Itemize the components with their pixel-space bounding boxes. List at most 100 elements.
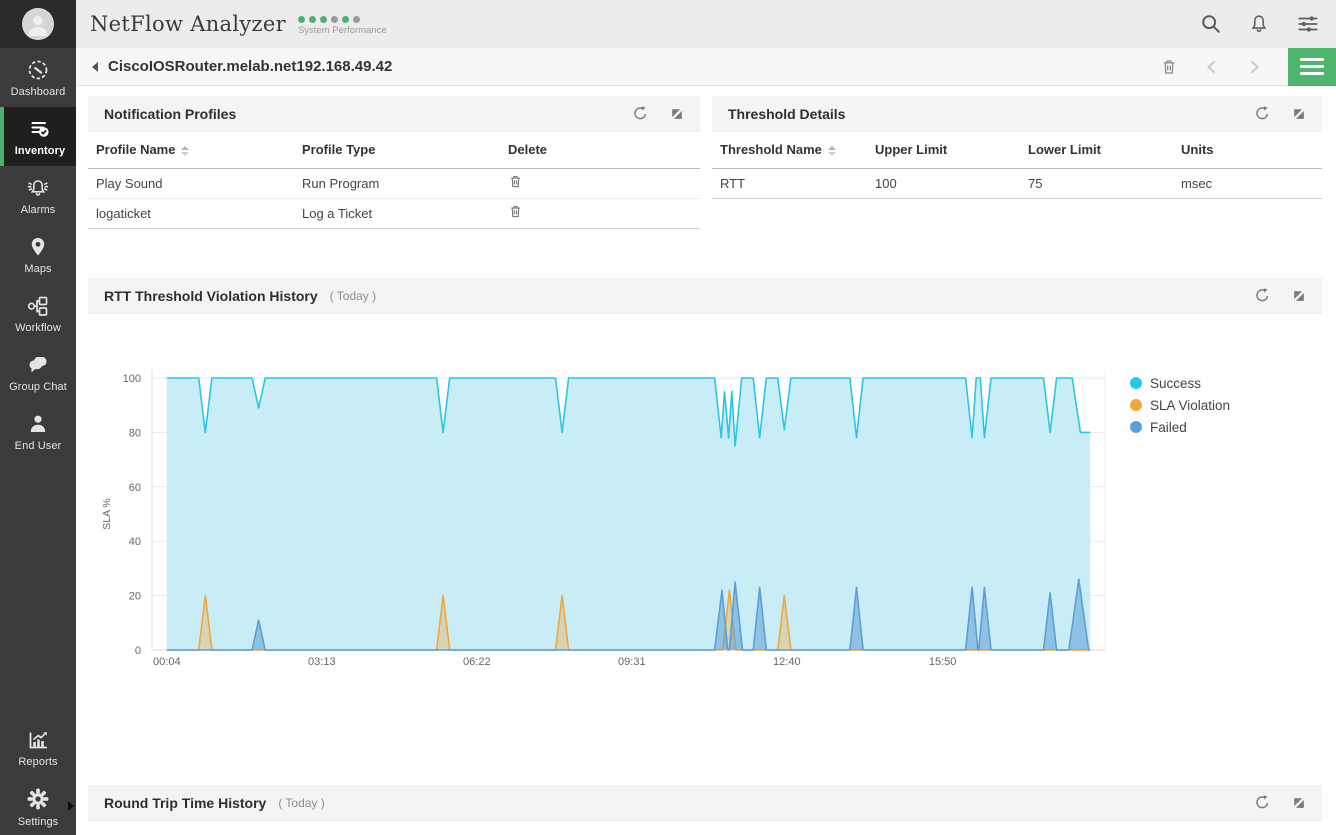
hamburger-menu-button[interactable] [1288,48,1336,86]
search-button[interactable] [1200,13,1222,35]
device-title: CiscoIOSRouter.melab.net192.168.49.42 [108,58,392,75]
column-header-threshold-name[interactable]: Threshold Name [712,132,867,168]
gear-icon [25,786,51,812]
prev-device-button[interactable] [1204,59,1220,75]
workflow-nodes-icon [26,294,50,318]
cell-upper-limit: 100 [867,168,1020,198]
refresh-button[interactable] [631,105,648,122]
report-chart-icon [26,728,50,752]
panel-period: ( Today ) [278,796,324,810]
filter-sliders-icon [1296,13,1320,35]
panel-title: RTT Threshold Violation History [104,288,318,304]
table-row: logaticket Log a Ticket [88,198,700,228]
search-icon [1200,13,1222,35]
refresh-icon [631,105,648,122]
settings-flyout-arrow-icon[interactable] [68,801,74,811]
expand-button[interactable] [670,105,684,122]
svg-text:03:13: 03:13 [308,656,336,668]
svg-text:60: 60 [129,482,141,494]
next-device-button[interactable] [1246,59,1262,75]
column-header-delete: Delete [500,132,700,168]
threshold-details-header: Threshold Details [712,96,1322,132]
panel-title: Notification Profiles [104,106,236,122]
svg-text:00:04: 00:04 [153,656,181,668]
svg-text:06:22: 06:22 [463,656,491,668]
expand-button[interactable] [1292,794,1306,811]
legend-dot-icon [1130,377,1142,389]
sidebar-item-end-user[interactable]: End User [0,402,76,461]
column-header-profile-type[interactable]: Profile Type [294,132,500,168]
breadcrumb-bar: CiscoIOSRouter.melab.net192.168.49.42 [76,48,1336,86]
sidebar-item-maps[interactable]: Maps [0,225,76,284]
column-header-units[interactable]: Units [1173,132,1322,168]
sidebar-item-label: Inventory [15,145,65,157]
status-dots [298,16,387,23]
cell-profile-type: Run Program [294,168,500,198]
delete-profile-button[interactable] [508,174,523,189]
delete-profile-button[interactable] [508,204,523,219]
avatar[interactable] [22,8,54,40]
trash-icon [508,174,523,189]
delete-device-button[interactable] [1160,58,1178,76]
status-dot-icon [320,16,327,23]
person-icon [26,412,50,436]
cell-threshold-name: RTT [712,168,867,198]
svg-text:0: 0 [135,645,141,657]
sidebar-item-workflow[interactable]: Workflow [0,284,76,343]
legend-item[interactable]: SLA Violation [1130,394,1230,416]
refresh-button[interactable] [1253,287,1270,304]
cell-profile-name: Play Sound [88,168,294,198]
sidebar-item-label: Workflow [15,322,61,334]
top-header: NetFlow Analyzer System Performance [76,0,1336,48]
refresh-icon [1253,287,1270,304]
refresh-button[interactable] [1253,105,1270,122]
filter-sliders-button[interactable] [1296,13,1320,35]
column-header-upper-limit[interactable]: Upper Limit [867,132,1020,168]
panel-title: Threshold Details [728,106,845,122]
sidebar-item-dashboard[interactable]: Dashboard [0,48,76,107]
app-root: Dashboard Inventory Alarms [0,0,1336,835]
status-dot-icon [342,16,349,23]
threshold-details-table: Threshold Name Upper Limit Lower Limit U… [712,132,1322,199]
expand-button[interactable] [1292,105,1306,122]
trash-icon [1160,58,1178,76]
refresh-icon [1253,794,1270,811]
column-header-lower-limit[interactable]: Lower Limit [1020,132,1173,168]
legend-label: Success [1150,376,1201,391]
notifications-button[interactable] [1248,13,1270,35]
refresh-button[interactable] [1253,794,1270,811]
user-avatar-icon [22,8,54,40]
sidebar-item-label: Reports [18,756,57,768]
legend-dot-icon [1130,421,1142,433]
sidebar-item-reports[interactable]: Reports [0,718,76,777]
legend-label: SLA Violation [1150,398,1230,413]
status-dot-icon [309,16,316,23]
sidebar-item-label: Dashboard [11,86,66,98]
sidebar-item-alarms[interactable]: Alarms [0,166,76,225]
panel-title: Round Trip Time History [104,795,266,811]
expand-icon [1292,796,1306,810]
app-logo: NetFlow Analyzer [90,12,286,36]
cell-profile-type: Log a Ticket [294,198,500,228]
expand-button[interactable] [1292,287,1306,304]
sidebar-item-inventory[interactable]: Inventory [0,107,76,166]
column-header-profile-name[interactable]: Profile Name [88,132,294,168]
sidebar-item-label: Maps [24,263,51,275]
cell-units: msec [1173,168,1322,198]
hamburger-icon [1300,58,1324,61]
logo-status-block: System Performance [298,16,387,36]
rtt-violation-chart: 02040608010000:0403:1306:2209:3112:4015:… [95,355,1125,675]
gauge-icon [26,58,50,82]
back-arrow-icon[interactable] [92,62,98,72]
sidebar-item-settings[interactable]: Settings [0,777,76,835]
notification-profiles-header: Notification Profiles [88,96,700,132]
svg-text:15:50: 15:50 [929,656,957,668]
sidebar: Dashboard Inventory Alarms [0,0,76,835]
legend-item[interactable]: Failed [1130,416,1230,438]
legend-item[interactable]: Success [1130,372,1230,394]
chat-bubbles-icon [26,353,50,377]
legend-dot-icon [1130,399,1142,411]
svg-text:09:31: 09:31 [618,656,646,668]
logo-subtitle: System Performance [298,25,387,36]
sidebar-item-group-chat[interactable]: Group Chat [0,343,76,402]
